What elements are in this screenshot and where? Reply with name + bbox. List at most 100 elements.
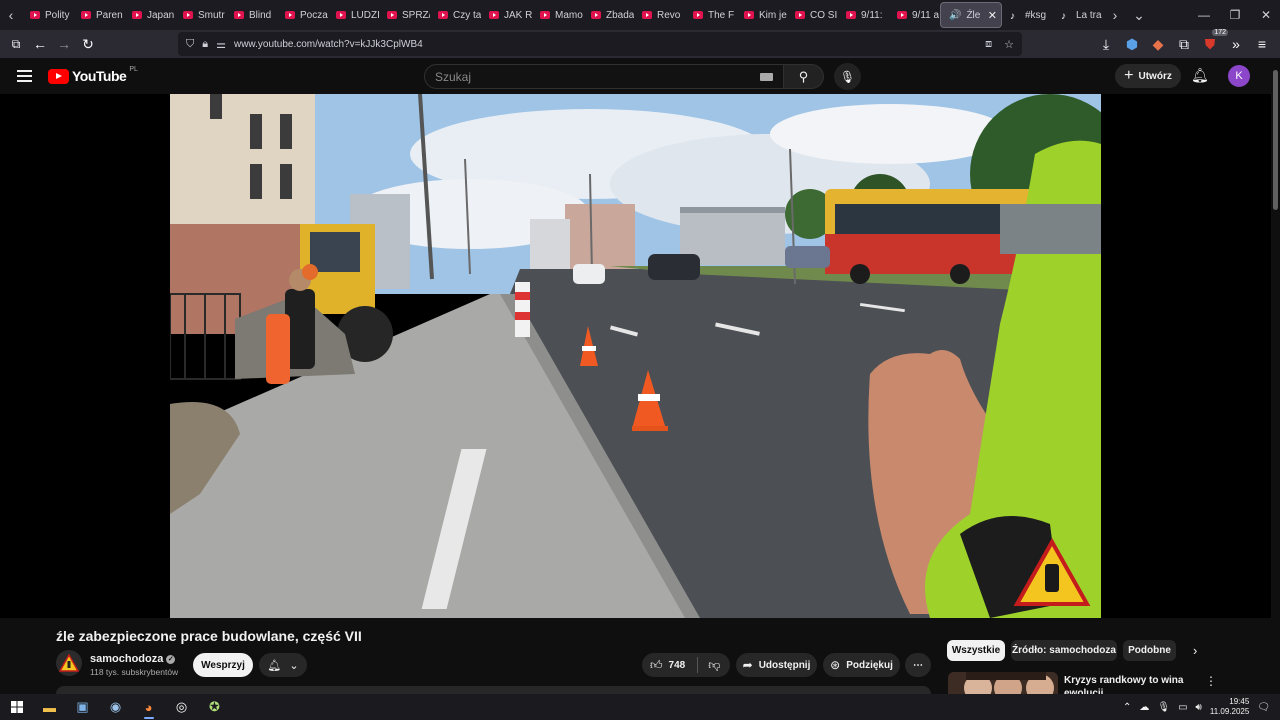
back-icon[interactable]: ← bbox=[28, 32, 52, 56]
tab-active[interactable]: 🔊 Źle ✕ bbox=[940, 2, 1002, 28]
chip-source[interactable]: Źródło: samochodoza bbox=[1011, 640, 1117, 661]
reload-icon[interactable]: ↻ bbox=[76, 32, 100, 56]
support-button[interactable]: Wesprzyj bbox=[193, 653, 253, 677]
minimize-icon[interactable]: — bbox=[1188, 0, 1220, 30]
tabs-scroll-left-icon[interactable]: ‹ bbox=[0, 0, 22, 30]
extensions-icon[interactable]: ⧉ bbox=[1172, 32, 1196, 56]
like-separator bbox=[697, 657, 699, 673]
tab-item[interactable]: SPRZ/ bbox=[379, 2, 430, 28]
tab-title: CO SI bbox=[810, 9, 838, 21]
chips-next-icon[interactable]: › bbox=[1193, 643, 1197, 658]
tab-item[interactable]: Zbada bbox=[583, 2, 634, 28]
onedrive-icon[interactable]: ☁ bbox=[1139, 702, 1149, 713]
description-box[interactable] bbox=[56, 686, 931, 694]
video-player[interactable] bbox=[0, 94, 1271, 618]
network-icon[interactable]: ▭ bbox=[1178, 702, 1187, 713]
tab-item[interactable]: Paren bbox=[73, 2, 124, 28]
tab-tiktok-1[interactable]: ♪ #ksg bbox=[1002, 2, 1053, 28]
tab-item[interactable]: Czy ta bbox=[430, 2, 481, 28]
tab-item[interactable]: Polity bbox=[22, 2, 73, 28]
shield-icon[interactable]: ⛉ bbox=[186, 38, 194, 51]
tab-item[interactable]: Blind bbox=[226, 2, 277, 28]
account-avatar[interactable]: K bbox=[1228, 65, 1250, 87]
close-window-icon[interactable]: ✕ bbox=[1250, 0, 1280, 30]
url-text[interactable]: www.youtube.com/watch?v=kJJk3CplWB4 bbox=[234, 39, 423, 50]
subscription-notifications-button[interactable]: 🔔︎ ⌄ bbox=[259, 653, 307, 677]
search-input[interactable]: Szukaj bbox=[424, 64, 784, 89]
guide-menu-icon[interactable] bbox=[17, 70, 32, 85]
search-button[interactable]: ⚲ bbox=[784, 64, 824, 89]
tab-item[interactable]: Kim je bbox=[736, 2, 787, 28]
tab-title: Blind bbox=[249, 9, 272, 21]
volume-icon[interactable]: 🔊︎ bbox=[1196, 702, 1202, 713]
scrollbar-thumb[interactable] bbox=[1273, 70, 1278, 210]
tab-item[interactable]: Japan bbox=[124, 2, 175, 28]
channel-name[interactable]: samochodoza bbox=[90, 653, 163, 665]
channel-avatar[interactable] bbox=[56, 650, 82, 676]
control-panel-icon[interactable]: ▣ bbox=[66, 694, 99, 720]
tab-item[interactable]: JAK R bbox=[481, 2, 532, 28]
clock[interactable]: 19:45 11.09.2025 bbox=[1210, 697, 1249, 717]
download-icon[interactable]: ⤓ bbox=[1094, 32, 1118, 56]
menu-icon[interactable]: ≡ bbox=[1250, 32, 1274, 56]
tab-title: Kim je bbox=[759, 9, 787, 21]
speaker-icon[interactable]: 🔊 bbox=[949, 10, 961, 21]
thanks-button[interactable]: ⊛ Podziękuj bbox=[823, 653, 900, 677]
share-icon: ➦ bbox=[742, 658, 753, 672]
tab-item[interactable]: Pocza bbox=[277, 2, 328, 28]
tab-close-icon[interactable]: ✕ bbox=[988, 9, 997, 22]
firefox-icon[interactable]: ◕ bbox=[132, 694, 165, 720]
video-frame[interactable] bbox=[170, 94, 1101, 618]
tab-item[interactable]: Revo bbox=[634, 2, 685, 28]
list-all-tabs-icon[interactable]: ⌄ bbox=[1126, 0, 1152, 30]
steam-icon[interactable]: ◉ bbox=[99, 694, 132, 720]
ublock-icon[interactable]: ⛊ 172 bbox=[1198, 29, 1228, 56]
address-bar[interactable]: ⛉ 🔒︎ ⚌ www.youtube.com/watch?v=kJJk3CplW… bbox=[178, 32, 1022, 56]
recommended-menu-icon[interactable]: ⋮ bbox=[1205, 674, 1217, 688]
dislike-icon[interactable]: 👎︎ bbox=[708, 658, 720, 673]
share-button[interactable]: ➦ Udostępnij bbox=[736, 653, 817, 677]
tab-tiktok-2[interactable]: ♪ La tra bbox=[1053, 2, 1104, 28]
tab-title: Japan bbox=[147, 9, 175, 21]
tab-item[interactable]: The F bbox=[685, 2, 736, 28]
tab-item[interactable]: Smutr bbox=[175, 2, 226, 28]
picture-in-picture-icon[interactable]: ⧈ bbox=[985, 38, 992, 51]
tab-item[interactable]: CO SI bbox=[787, 2, 838, 28]
tab-item[interactable]: 9/11 a bbox=[889, 2, 940, 28]
obs-icon[interactable]: ◎ bbox=[165, 694, 198, 720]
more-actions-button[interactable]: ⋯ bbox=[905, 653, 931, 677]
bookmark-star-icon[interactable]: ☆ bbox=[1004, 38, 1014, 51]
like-count[interactable]: 748 bbox=[669, 660, 686, 671]
shield-extension-icon[interactable]: ⬢ bbox=[1120, 32, 1144, 56]
channel-name-row[interactable]: samochodoza ✓ bbox=[90, 653, 176, 665]
like-icon[interactable]: 👍︎ bbox=[650, 658, 663, 673]
recommended-thumbnail[interactable] bbox=[948, 672, 1058, 694]
chip-similar[interactable]: Podobne bbox=[1123, 640, 1176, 661]
windows-start-icon[interactable] bbox=[0, 694, 33, 720]
forward-icon[interactable]: → bbox=[52, 32, 76, 56]
tabs-scroll-right-icon[interactable]: › bbox=[1104, 0, 1126, 30]
tab-item[interactable]: 9/11: bbox=[838, 2, 889, 28]
chip-all[interactable]: Wszystkie bbox=[947, 640, 1005, 661]
file-explorer-icon[interactable]: ▬ bbox=[33, 694, 66, 720]
youtube-logo[interactable]: YouTube PL bbox=[48, 66, 138, 84]
notifications-icon[interactable]: 🗨︎ bbox=[1257, 702, 1270, 713]
page-scrollbar[interactable] bbox=[1271, 58, 1280, 694]
keyboard-icon[interactable] bbox=[760, 73, 773, 81]
tab-item[interactable]: Mamo bbox=[532, 2, 583, 28]
permissions-icon[interactable]: ⚌ bbox=[216, 38, 226, 51]
video-scene bbox=[170, 94, 1101, 618]
restore-icon[interactable]: ❐ bbox=[1219, 0, 1251, 30]
lock-icon[interactable]: 🔒︎ bbox=[202, 38, 208, 51]
microphone-icon[interactable]: 🎙︎ bbox=[1157, 702, 1170, 713]
create-button[interactable]: + Utwórz bbox=[1115, 64, 1181, 88]
tab-item[interactable]: LUDZI bbox=[328, 2, 379, 28]
tray-overflow-icon[interactable]: ⌃ bbox=[1123, 702, 1131, 713]
more-tools-icon[interactable]: » bbox=[1224, 32, 1248, 56]
tab-title: Pocza bbox=[300, 9, 328, 21]
app-icon[interactable]: ✪ bbox=[198, 694, 231, 720]
sidebar-toggle-icon[interactable]: ⧉ bbox=[4, 32, 28, 56]
fox-extension-icon[interactable]: ◆ bbox=[1146, 32, 1170, 56]
voice-search-icon[interactable]: 🎙︎ bbox=[834, 63, 861, 90]
notifications-bell-icon[interactable]: 🔔︎ bbox=[1191, 67, 1209, 84]
